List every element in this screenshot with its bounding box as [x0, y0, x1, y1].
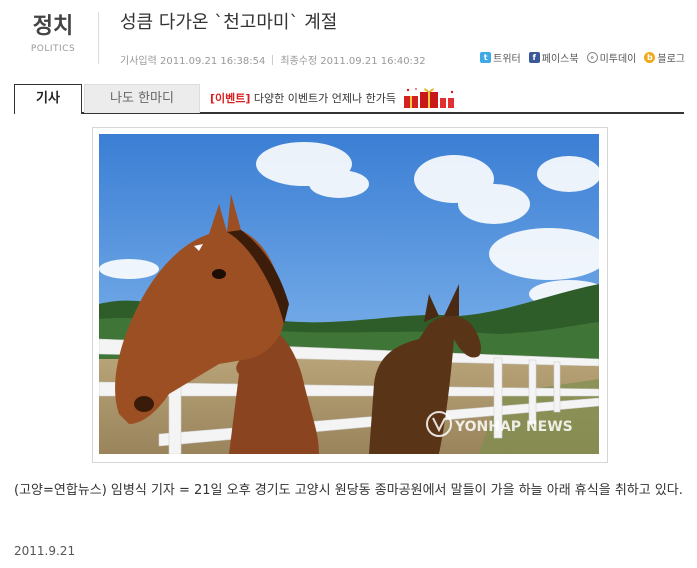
twitter-icon: t: [480, 52, 492, 63]
meta-divider: [272, 55, 274, 65]
share-blog[interactable]: b 블로그: [644, 50, 685, 65]
tab-comment[interactable]: 나도 한마디: [84, 84, 200, 113]
share-bar: t 트위터 f 페이스북 ∘ 미투데이 b 블로그: [480, 50, 685, 65]
article-date: 2011.9.21: [14, 544, 76, 558]
article-photo: YONHAP NEWS: [99, 134, 599, 454]
article-title: 성큼 다가온 `천고마미` 계절: [120, 12, 338, 33]
share-twitter-label: 트위터: [493, 54, 521, 65]
article-tabbar: 기사 나도 한마디 [이벤트] 다양한 이벤트가 언제나 한가득: [14, 84, 684, 114]
blog-icon: b: [644, 52, 656, 63]
event-text: 다양한 이벤트가 언제나 한가득: [250, 92, 396, 105]
share-blog-label: 블로그: [657, 54, 685, 65]
header-divider: [98, 12, 99, 64]
me2day-icon: ∘: [586, 52, 598, 63]
section-title: 정치: [32, 14, 74, 39]
horses-illustration: YONHAP NEWS: [99, 134, 599, 454]
facebook-icon: f: [528, 52, 540, 63]
gift-icon: [404, 88, 454, 108]
event-tag: [이벤트]: [210, 92, 251, 105]
tab-article[interactable]: 기사: [14, 84, 82, 114]
article-body: (고양=연합뉴스) 임병식 기자 = 21일 오후 경기도 고양시 원당동 종마…: [14, 483, 683, 498]
share-twitter[interactable]: t 트위터: [480, 50, 521, 65]
share-me2day[interactable]: ∘ 미투데이: [586, 50, 637, 65]
share-facebook[interactable]: f 페이스북: [528, 50, 579, 65]
share-facebook-label: 페이스북: [541, 54, 579, 65]
section-subtitle: POLITICS: [30, 44, 76, 54]
photo-watermark: YONHAP NEWS: [454, 419, 573, 435]
photo-frame: YONHAP NEWS: [92, 127, 608, 463]
input-timestamp: 기사입력 2011.09.21 16:38:54: [120, 56, 266, 67]
modified-timestamp: 최종수정 2011.09.21 16:40:32: [280, 56, 426, 67]
share-me2day-label: 미투데이: [599, 54, 637, 65]
event-link[interactable]: [이벤트] 다양한 이벤트가 언제나 한가득: [210, 90, 396, 106]
article-meta: 기사입력 2011.09.21 16:38:54 최종수정 2011.09.21 …: [120, 52, 426, 67]
section-label: 정치 POLITICS: [18, 14, 88, 54]
